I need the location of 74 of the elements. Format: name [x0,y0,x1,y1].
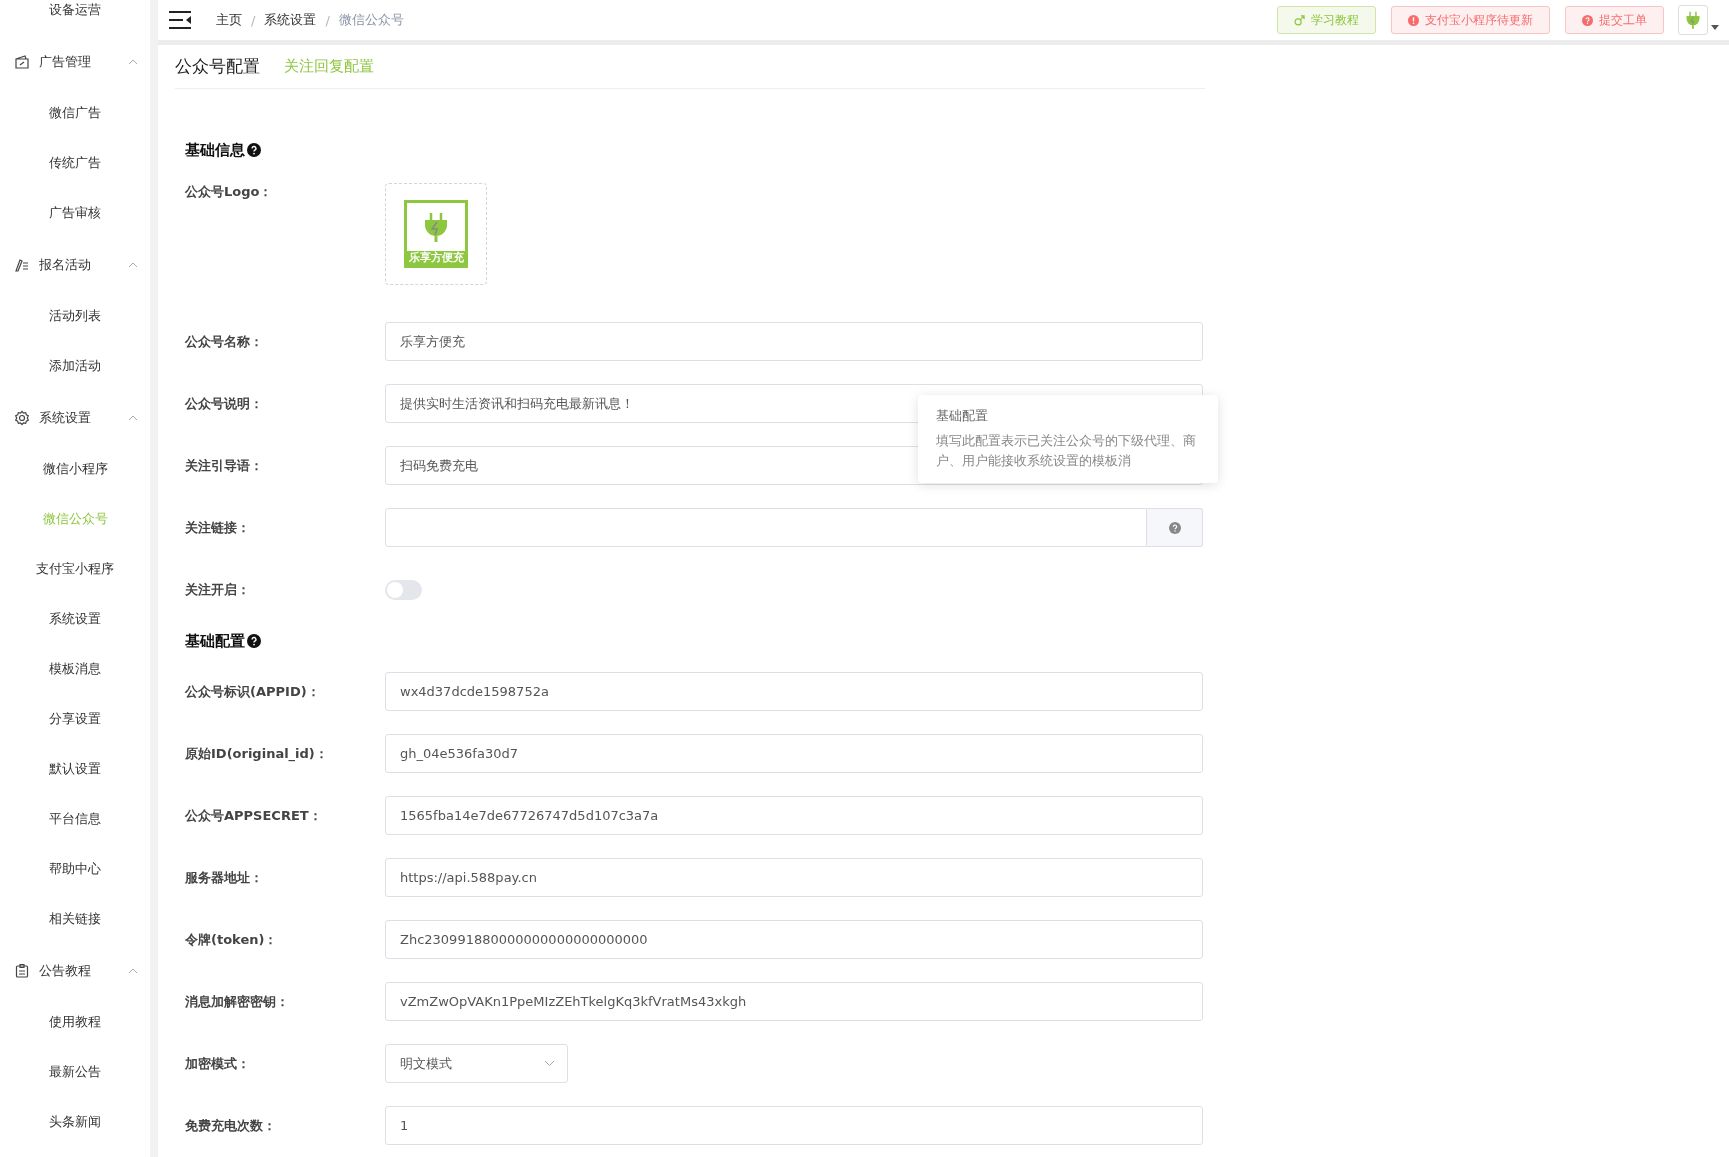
sidebar-item[interactable]: 平台信息 [0,794,150,844]
chevron-down-icon [544,1060,555,1067]
tooltip-title: 基础配置 [936,407,989,425]
breadcrumb-separator: / [251,12,256,28]
chevron-icon [128,967,138,974]
tab[interactable]: 公众号配置 [175,55,260,78]
field-label: 免费充电次数： [185,1116,277,1135]
sidebar-group[interactable]: 公告教程 [0,944,150,997]
field-label: 公众号Logo： [185,183,274,201]
sidebar-item[interactable]: 分享设置 [0,694,150,744]
text-input[interactable]: 1 [385,1106,1203,1145]
sidebar-group[interactable]: 系统设置 [0,391,150,444]
sidebar-item[interactable]: 头条新闻 [0,1097,150,1147]
toggle-switch[interactable] [385,579,422,600]
field-label: 公众号名称： [185,332,264,351]
breadcrumb-separator: / [325,12,330,28]
help-button[interactable] [1147,508,1203,547]
sidebar-group[interactable]: 广告管理 [0,35,150,88]
caret-icon[interactable] [1711,24,1719,30]
help-icon [1582,14,1593,26]
help-icon [247,634,261,648]
field-label: 公众号说明： [185,394,264,413]
sidebar-item[interactable]: 支付宝小程序 [0,544,150,594]
field-label: 原始ID(original_id)： [185,744,329,763]
text-input[interactable]: 1565fba14e7de67726747d5d107c3a7a [385,796,1203,835]
field-label: 关注引导语： [185,456,264,475]
link-input[interactable] [385,508,1147,547]
sidebar-item[interactable]: 默认设置 [0,744,150,794]
menu-icon[interactable] [168,10,192,30]
logo-caption: 乐享方便充 [408,251,464,265]
breadcrumb-link[interactable]: 主页 [216,11,242,29]
sidebar-item[interactable]: 系统设置 [0,594,150,644]
sidebar-item[interactable]: 广告审核 [0,188,150,238]
text-input[interactable]: vZmZwOpVAKn1PpeMIzZEhTkelgKq3kfVratMs43xkgh [385,982,1203,1021]
help-icon [247,143,261,157]
alert-icon [1408,14,1419,26]
chevron-icon [128,414,138,421]
field-label: 令牌(token)： [185,930,279,949]
select-dropdown[interactable]: 明文模式 [385,1044,568,1083]
text-input[interactable]: https://api.588pay.cn [385,858,1203,897]
breadcrumb-link[interactable]: 系统设置 [264,11,317,29]
field-label: 公众号标识(APPID)： [185,682,321,701]
section-title: 基础配置 [185,631,245,651]
text-input[interactable]: wx4d37dcde1598752a [385,672,1203,711]
sidebar-item[interactable]: 传统广告 [0,138,150,188]
field-label: 关注开启： [185,580,251,599]
field-label: 加密模式： [185,1054,251,1073]
sidebar-item[interactable]: 微信广告 [0,88,150,138]
text-input[interactable]: Zhc230991880000000000000000000 [385,920,1203,959]
field-label: 关注链接： [185,518,251,537]
section-title: 基础信息 [185,140,245,160]
field-label: 公众号APPSECRET： [185,806,323,825]
pen-list-icon [14,256,30,273]
chevron-icon [128,261,138,268]
sidebar-item[interactable]: 添加活动 [0,341,150,391]
field-label: 消息加解密密钥： [185,992,290,1011]
sidebar-item[interactable]: 使用教程 [0,997,150,1047]
text-input[interactable]: gh_04e536fa30d7 [385,734,1203,773]
settings-icon [14,409,30,426]
sidebar-item[interactable]: 设备运营 [0,0,150,35]
sidebar-item[interactable]: 模板消息 [0,644,150,694]
sidebar-item[interactable]: 相关链接 [0,894,150,944]
sidebar-item[interactable]: 活动列表 [0,291,150,341]
sidebar-item[interactable]: 最新公告 [0,1047,150,1097]
chevron-icon [128,58,138,65]
help-icon [1168,521,1181,534]
sidebar-group[interactable]: 报名活动 [0,238,150,291]
text-input[interactable]: 乐享方便充 [385,322,1203,361]
field-label: 服务器地址： [185,868,264,887]
sidebar-item[interactable]: 微信小程序 [0,444,150,494]
male-symbol-icon [1294,14,1305,26]
folder-icon [14,53,30,70]
clipboard-icon [14,962,30,979]
sidebar-item[interactable]: 帮助中心 [0,844,150,894]
